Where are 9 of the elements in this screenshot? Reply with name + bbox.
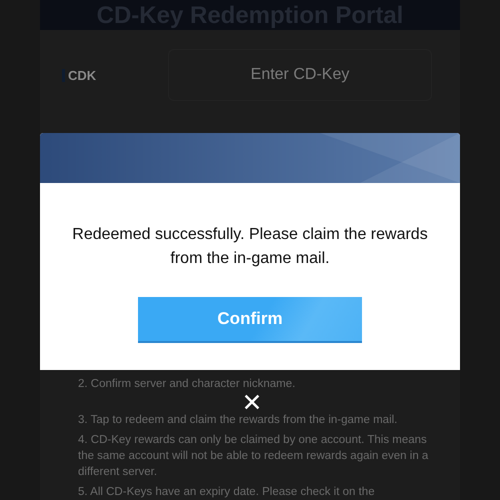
instruction-text: 3. Tap to redeem and claim the rewards from the in-game mail.	[78, 413, 398, 428]
instruction-text: 2. Confirm server and character nickname.	[78, 377, 296, 392]
cd-key-field[interactable]: Enter CD-Key	[168, 49, 432, 101]
cdk-label: CDK	[62, 68, 168, 82]
close-icon[interactable]	[244, 394, 260, 410]
instruction-text: 5. All CD-Keys have an expiry date. Please check it on the	[78, 485, 376, 500]
success-message: Redeemed successfully. Please claim the rewards from the in-game mail.	[71, 225, 429, 269]
instruction-text: 4. CD-Key rewards can only be claimed by one account. This means the same account will not be able to redeem rewards again even in a different server.	[78, 433, 430, 480]
confirm-button[interactable]: Confirm	[138, 297, 362, 343]
